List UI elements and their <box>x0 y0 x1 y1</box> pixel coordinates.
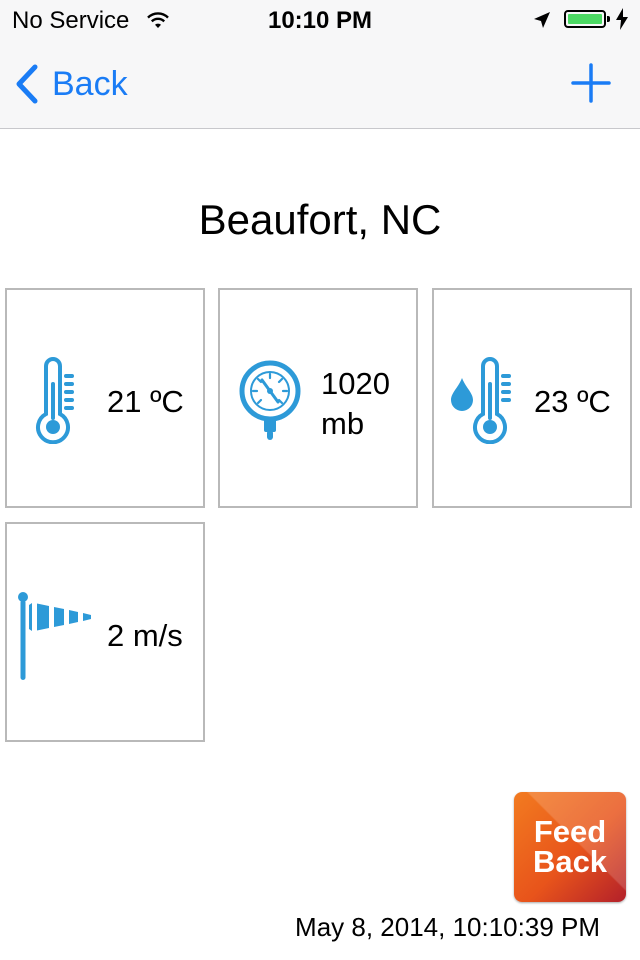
windsock-icon <box>18 592 91 680</box>
dewpoint-thermometer-icon <box>451 357 511 444</box>
feedback-label-line2: Back <box>532 844 608 879</box>
barometer-icon <box>239 360 301 440</box>
feedback-button[interactable]: Feed Back <box>514 792 626 902</box>
dew-point-tile[interactable]: 23 ºC <box>432 288 632 508</box>
wind-speed-value: 2 m/s <box>107 618 183 653</box>
pressure-value-number: 1020 <box>321 366 390 401</box>
location-title: Beaufort, NC <box>198 196 442 243</box>
thermometer-icon <box>36 357 74 444</box>
dew-point-value: 23 ºC <box>534 384 611 419</box>
weather-screen: No Service 10:10 PM Back Beaufort, NC 21… <box>0 0 640 960</box>
back-button[interactable]: Back <box>14 62 128 106</box>
charging-bolt-icon <box>616 8 628 37</box>
pressure-tile[interactable]: 1020 mb <box>218 288 418 508</box>
navigation-bar: Back <box>0 40 640 128</box>
add-button[interactable] <box>570 62 612 104</box>
wind-tile[interactable]: 2 m/s <box>5 522 205 742</box>
temperature-value: 21 ºC <box>107 384 184 419</box>
location-arrow-icon <box>532 9 552 37</box>
chevron-left-icon <box>16 64 38 104</box>
plus-icon <box>571 63 611 103</box>
top-bar: No Service 10:10 PM Back <box>0 0 640 129</box>
pressure-value-unit: mb <box>321 406 365 441</box>
temperature-tile[interactable]: 21 ºC <box>5 288 205 508</box>
battery-icon <box>564 10 610 28</box>
last-updated-timestamp: May 8, 2014, 10:10:39 PM <box>295 912 600 942</box>
back-label: Back <box>52 64 128 103</box>
status-bar: No Service 10:10 PM <box>0 0 640 40</box>
battery-level <box>568 14 602 24</box>
